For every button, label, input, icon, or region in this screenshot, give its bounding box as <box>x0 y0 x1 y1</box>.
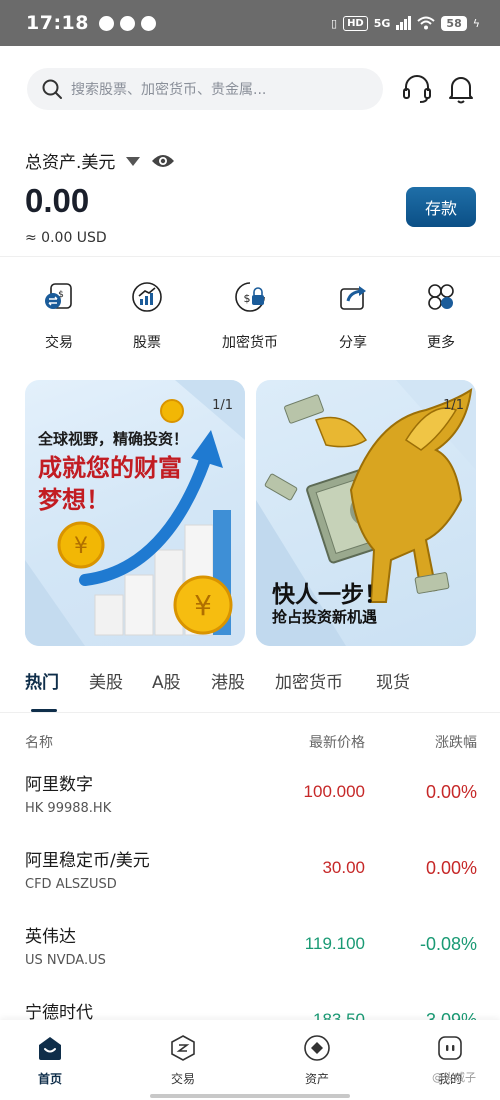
app-screen: 17:18 ▯ HD 5G 58 ϟ 搜索股票、加密货币、贵金属... 总资产.… <box>0 0 500 1100</box>
banner-headline: 快人一步！ <box>272 582 387 608</box>
trade-nav-icon <box>171 1035 195 1061</box>
banner-headline: 全球视野，精确投资！ <box>38 430 189 448</box>
instrument-change: 0.00% <box>425 782 477 802</box>
tab-a-shares[interactable]: A股 <box>152 668 211 693</box>
instrument-price: 30.00 <box>322 858 365 877</box>
currency-dropdown-icon[interactable] <box>125 155 141 167</box>
instrument-code: US NVDA.US <box>25 953 106 968</box>
quick-action-share[interactable]: 分享 <box>313 280 393 352</box>
banner-slogan: 成就您的财富梦想！ <box>38 454 182 514</box>
market-tabs: 热门 美股 A股 港股 加密货币 现货 <box>25 668 426 693</box>
assets-nav-icon <box>304 1035 330 1061</box>
tab-hk-stocks[interactable]: 港股 <box>211 668 275 693</box>
asset-usd-equiv: ≈ 0.00 USD <box>25 230 107 246</box>
headset-icon[interactable] <box>400 72 434 106</box>
wechat-icon <box>119 15 135 31</box>
asset-label-row: 总资产.美元 <box>25 148 175 173</box>
watermark: @头戚子 <box>432 1071 476 1084</box>
divider <box>0 256 500 257</box>
quick-action-crypto[interactable]: $ 加密货币 <box>210 280 290 352</box>
home-icon <box>39 1037 61 1060</box>
header-name: 名称 <box>25 735 53 751</box>
crypto-lock-icon: $ <box>235 282 265 312</box>
quick-action-more[interactable]: 更多 <box>401 280 481 352</box>
banner-slogan: 抢占投资新机遇 <box>272 608 378 626</box>
more-grid-icon <box>428 284 454 310</box>
hd-badge: HD <box>343 15 368 31</box>
svg-text:$: $ <box>244 292 251 305</box>
tab-crypto[interactable]: 加密货币 <box>275 668 376 693</box>
promo-banner-opportunity[interactable]: 1/1 快人一步！ 抢占投资新机遇 <box>256 380 476 646</box>
list-item[interactable]: 阿里数字 HK 99988.HK 100.000 0.00% <box>25 770 477 840</box>
instrument-change: -0.08% <box>419 934 477 954</box>
nav-assets[interactable]: 资产 <box>277 1034 357 1087</box>
status-time: 17:18 <box>26 12 89 34</box>
home-indicator[interactable] <box>150 1094 350 1098</box>
header-change[interactable]: 涨跌幅 <box>435 732 477 752</box>
bell-icon[interactable] <box>444 72 478 106</box>
instrument-name: 阿里数字 <box>25 775 93 795</box>
stock-chart-icon <box>132 282 162 312</box>
header-price[interactable]: 最新价格 <box>309 732 365 752</box>
message-icon <box>98 15 114 31</box>
promo-banner-global[interactable]: ¥ ¥ 1/1 全球视野，精确投资！ 成就您的财富梦想！ <box>25 380 245 646</box>
tab-spot[interactable]: 现货 <box>376 668 426 693</box>
instrument-price: 100.000 <box>303 782 365 801</box>
tab-us-stocks[interactable]: 美股 <box>89 668 152 693</box>
search-input[interactable]: 搜索股票、加密货币、贵金属... <box>27 68 383 110</box>
profile-nav-icon <box>438 1036 462 1060</box>
share-icon <box>340 286 366 310</box>
wifi-icon <box>417 16 436 30</box>
instrument-name: 阿里稳定币/美元 <box>25 851 150 871</box>
eye-icon[interactable] <box>151 153 175 169</box>
instrument-change: 0.00% <box>425 858 477 878</box>
vibrate-icon: ▯ <box>331 16 338 30</box>
charging-icon: ϟ <box>472 16 480 30</box>
nav-home[interactable]: 首页 <box>10 1034 90 1087</box>
quick-action-trade[interactable]: $ 交易 <box>19 280 99 352</box>
instrument-code: CFD ALSZUSD <box>25 877 117 892</box>
quick-action-stocks[interactable]: 股票 <box>107 280 187 352</box>
nav-trade[interactable]: 交易 <box>143 1034 223 1087</box>
status-bar: 17:18 ▯ HD 5G 58 ϟ <box>0 0 500 46</box>
check-icon <box>140 15 156 31</box>
asset-label: 总资产.美元 <box>25 153 116 173</box>
signal-icon <box>396 16 412 30</box>
banner-page-indicator: 1/1 <box>443 398 464 413</box>
network-label: 5G <box>373 16 391 30</box>
battery-icon: 58 <box>441 15 467 31</box>
deposit-button[interactable]: 存款 <box>406 187 476 227</box>
svg-text:¥: ¥ <box>194 589 212 622</box>
list-item[interactable]: 英伟达 US NVDA.US 119.100 -0.08% <box>25 922 477 992</box>
trade-icon: $ <box>45 283 72 309</box>
list-item[interactable]: 阿里稳定币/美元 CFD ALSZUSD 30.00 0.00% <box>25 846 477 916</box>
search-icon <box>42 79 62 99</box>
search-placeholder: 搜索股票、加密货币、贵金属... <box>71 82 267 98</box>
instrument-price: 119.100 <box>304 934 365 953</box>
divider <box>0 712 500 713</box>
svg-text:¥: ¥ <box>74 534 88 559</box>
instrument-code: HK 99988.HK <box>25 801 112 816</box>
instrument-name: 英伟达 <box>25 927 76 947</box>
total-asset-value: 0.00 <box>25 182 90 219</box>
bottom-nav: 首页 交易 资产 我的 <box>0 1020 500 1100</box>
banner-page-indicator: 1/1 <box>212 398 233 413</box>
tab-hot[interactable]: 热门 <box>25 668 89 693</box>
